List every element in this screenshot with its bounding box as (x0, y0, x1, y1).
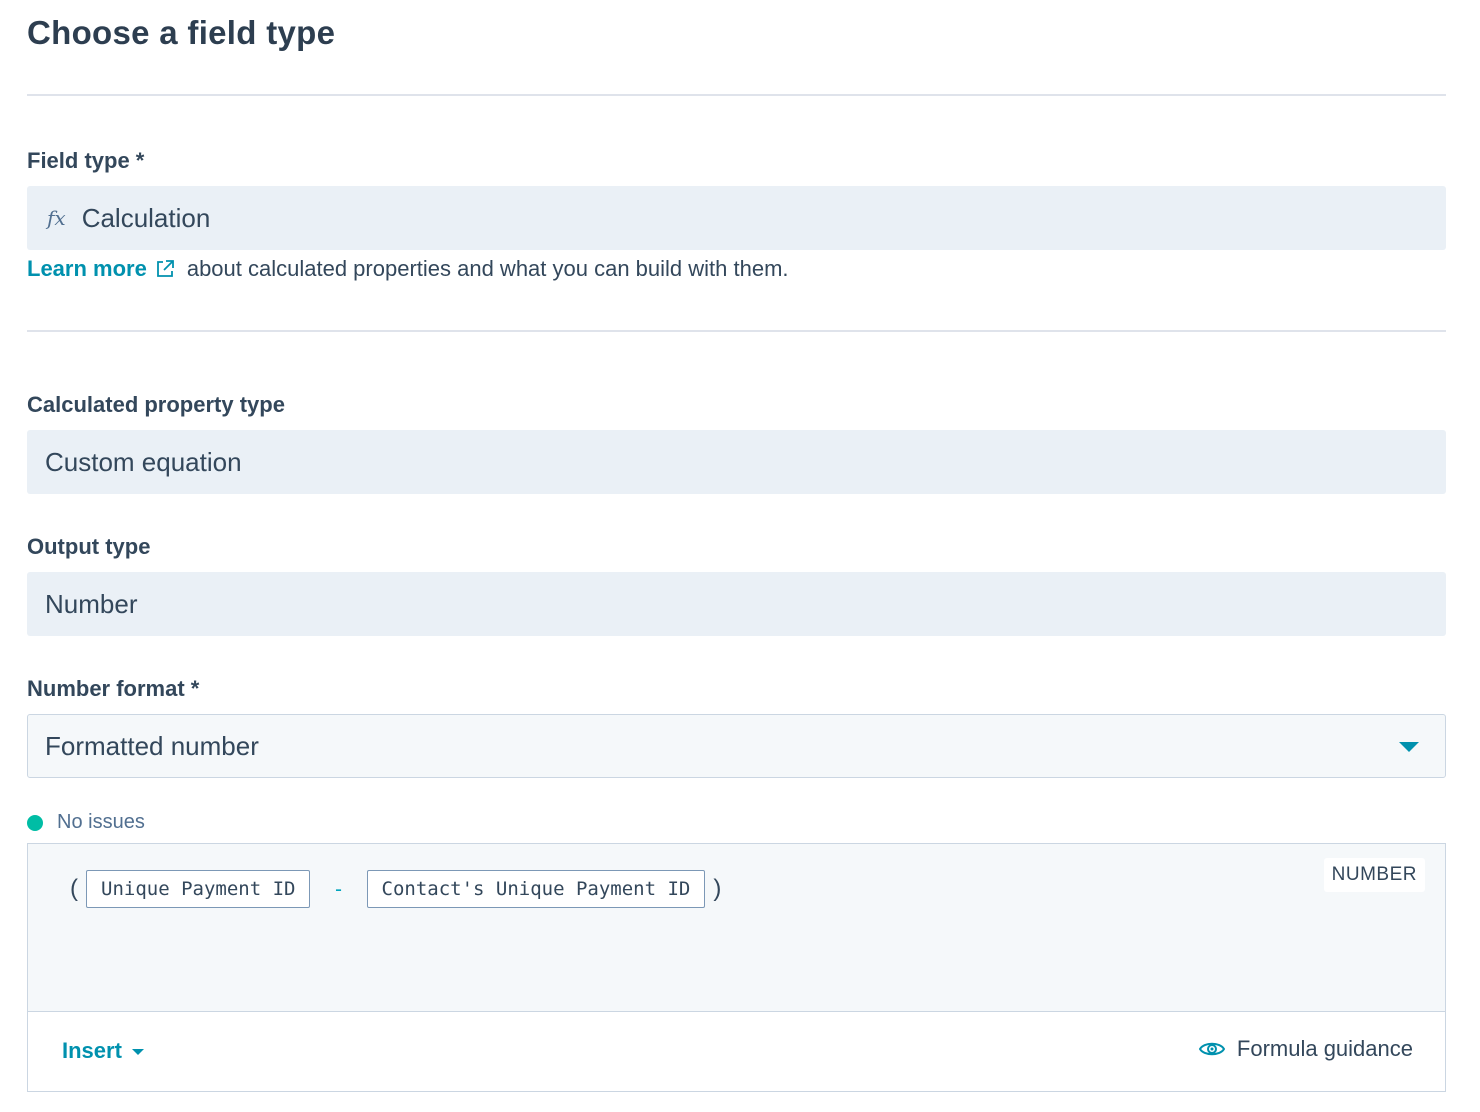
function-icon: fx (47, 206, 66, 230)
help-description: about calculated properties and what you… (186, 256, 789, 281)
formula-editor: ( Unique Payment ID - Contact's Unique P… (27, 843, 1446, 1092)
help-text: Learn more about calculated properties a… (27, 256, 789, 282)
formula-token-contact-unique-payment-id[interactable]: Contact's Unique Payment ID (366, 870, 706, 908)
status-text: No issues (57, 811, 145, 833)
divider-middle (27, 330, 1446, 332)
page-title: Choose a field type (27, 14, 336, 51)
output-type-badge: NUMBER (1323, 858, 1425, 892)
caret-down-icon (131, 1049, 144, 1055)
open-paren: ( (70, 875, 78, 902)
output-type-label: Output type (27, 534, 151, 559)
number-format-value: Formatted number (45, 730, 259, 761)
formula-guidance-label: Formula guidance (1236, 1036, 1413, 1061)
status-dot-icon (27, 814, 43, 831)
chevron-down-icon[interactable] (1399, 742, 1419, 752)
calculated-property-type-label: Calculated property type (27, 392, 285, 417)
field-type-field: fx Calculation (27, 186, 1446, 250)
eye-icon (1198, 1042, 1225, 1056)
output-type-field: Number (27, 572, 1446, 636)
learn-more-link[interactable]: Learn more (27, 256, 147, 282)
calculated-property-type-field: Custom equation (27, 430, 1446, 494)
number-format-label: Number format * (27, 676, 200, 701)
close-paren: ) (713, 875, 722, 902)
formula-guidance-button[interactable]: Formula guidance (1198, 1036, 1413, 1062)
output-type-value: Number (45, 588, 138, 619)
field-type-label: Field type * (27, 148, 145, 173)
formula-operator: - (332, 877, 345, 901)
formula-token-unique-payment-id[interactable]: Unique Payment ID (86, 870, 311, 908)
number-format-select[interactable]: Formatted number (27, 714, 1446, 778)
external-link-icon[interactable] (155, 259, 175, 279)
insert-button[interactable]: Insert (62, 1038, 144, 1064)
field-type-value: Calculation (81, 202, 211, 233)
formula-editor-footer: Insert Formula guidance (28, 1012, 1445, 1092)
formula-input-area[interactable]: ( Unique Payment ID - Contact's Unique P… (28, 844, 1445, 1012)
insert-label: Insert (62, 1038, 122, 1063)
field-type-panel: Choose a field type Field type * fx Calc… (0, 0, 1480, 1112)
validation-status: No issues (27, 811, 145, 834)
divider-top (27, 94, 1446, 96)
formula-expression: ( Unique Payment ID - Contact's Unique P… (62, 870, 729, 908)
calculated-property-type-value: Custom equation (45, 446, 242, 477)
